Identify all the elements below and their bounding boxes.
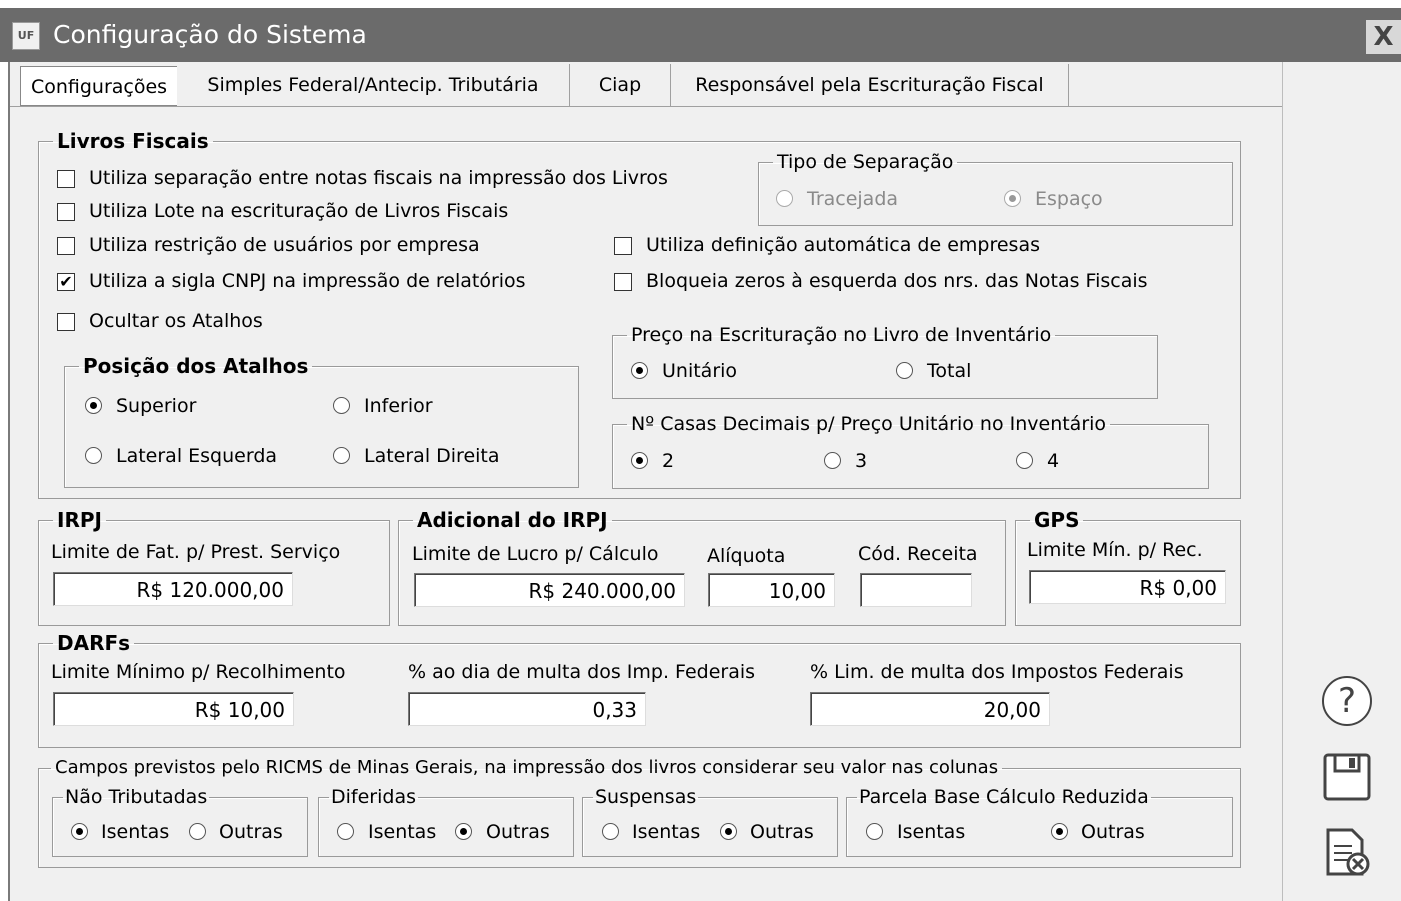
radio-casas-4[interactable] xyxy=(1016,452,1033,469)
radio-parcela-isentas[interactable] xyxy=(866,823,883,840)
label-suspensas-outras: Outras xyxy=(750,821,814,843)
label-ocultar-atalhos: Ocultar os Atalhos xyxy=(89,310,263,332)
input-multa-dia[interactable]: 0,33 xyxy=(408,692,646,726)
input-limite-lucro[interactable]: R$ 240.000,00 xyxy=(414,573,685,607)
label-lim-multa: % Lim. de multa dos Impostos Federais xyxy=(810,661,1184,683)
casas-decimais-legend: Nº Casas Decimais p/ Preço Unitário no I… xyxy=(631,413,1107,435)
radio-total[interactable] xyxy=(896,362,913,379)
radio-lateral-esquerda[interactable] xyxy=(85,447,102,464)
tab-responsavel[interactable]: Responsável pela Escrituração Fiscal xyxy=(671,64,1069,106)
radio-suspensas-isentas[interactable] xyxy=(602,823,619,840)
label-cnpj: Utiliza a sigla CNPJ na impressão de rel… xyxy=(89,270,526,292)
help-icon[interactable]: ? xyxy=(1322,676,1372,726)
label-lateral-direita: Lateral Direita xyxy=(364,445,500,467)
radio-diferidas-isentas[interactable] xyxy=(337,823,354,840)
radio-tracejada[interactable] xyxy=(776,190,793,207)
radio-nao-trib-outras[interactable] xyxy=(189,823,206,840)
save-icon[interactable] xyxy=(1323,753,1371,801)
adicional-irpj-group: Adicional do IRPJ xyxy=(398,510,1006,626)
ricms-legend: Campos previstos pelo RICMS de Minas Ger… xyxy=(55,757,999,778)
checkbox-cnpj[interactable]: ✔ xyxy=(57,273,75,291)
checkbox-bloqueia-zeros[interactable] xyxy=(614,273,632,291)
livros-fiscais-legend: Livros Fiscais xyxy=(57,129,209,153)
darfs-group: DARFs xyxy=(38,633,1241,748)
label-limite-minimo: Limite Mínimo p/ Recolhimento xyxy=(51,661,346,683)
checkbox-definicao-automatica[interactable] xyxy=(614,237,632,255)
radio-espaco[interactable] xyxy=(1004,190,1021,207)
preco-inventario-legend: Preço na Escrituração no Livro de Invent… xyxy=(631,324,1052,346)
radio-parcela-outras[interactable] xyxy=(1051,823,1068,840)
radio-diferidas-outras[interactable] xyxy=(455,823,472,840)
gps-group: GPS xyxy=(1015,510,1241,626)
label-multa-dia: % ao dia de multa dos Imp. Federais xyxy=(408,661,756,683)
label-nao-trib-isentas: Isentas xyxy=(101,821,170,843)
app-icon: UF xyxy=(12,22,40,50)
label-casas-2: 2 xyxy=(662,450,675,472)
label-limite-min-rec: Limite Mín. p/ Rec. xyxy=(1027,539,1203,561)
tab-divider xyxy=(10,106,1282,107)
suspensas-legend: Suspensas xyxy=(595,786,697,808)
input-lim-multa[interactable]: 20,00 xyxy=(810,692,1050,726)
radio-superior[interactable] xyxy=(85,397,102,414)
irpj-legend: IRPJ xyxy=(57,508,102,532)
input-limite-min-rec[interactable]: R$ 0,00 xyxy=(1029,570,1226,604)
label-casas-3: 3 xyxy=(855,450,868,472)
label-diferidas-outras: Outras xyxy=(486,821,550,843)
darfs-legend: DARFs xyxy=(57,631,131,655)
checkbox-restricao[interactable] xyxy=(57,237,75,255)
label-inferior: Inferior xyxy=(364,395,433,417)
checkbox-separacao[interactable] xyxy=(57,170,75,188)
label-bloqueia-zeros: Bloqueia zeros à esquerda dos nrs. das N… xyxy=(646,270,1148,292)
checkbox-lote[interactable] xyxy=(57,203,75,221)
label-suspensas-isentas: Isentas xyxy=(632,821,701,843)
radio-suspensas-outras[interactable] xyxy=(720,823,737,840)
parcela-legend: Parcela Base Cálculo Reduzida xyxy=(859,786,1149,808)
radio-casas-3[interactable] xyxy=(824,452,841,469)
input-limite-fat[interactable]: R$ 120.000,00 xyxy=(53,572,293,606)
label-lote: Utiliza Lote na escrituração de Livros F… xyxy=(89,200,509,222)
label-lateral-esquerda: Lateral Esquerda xyxy=(116,445,278,467)
casas-decimais-group: Nº Casas Decimais p/ Preço Unitário no I… xyxy=(612,414,1209,489)
window-title: Configuração do Sistema xyxy=(53,20,367,49)
input-aliquota[interactable]: 10,00 xyxy=(708,573,835,607)
radio-inferior[interactable] xyxy=(333,397,350,414)
input-cod-receita[interactable] xyxy=(860,573,972,607)
label-nao-trib-outras: Outras xyxy=(219,821,283,843)
gps-legend: GPS xyxy=(1034,508,1080,532)
label-casas-4: 4 xyxy=(1047,450,1060,472)
irpj-group: IRPJ xyxy=(38,510,390,626)
posicao-atalhos-legend: Posição dos Atalhos xyxy=(83,354,309,378)
input-limite-minimo[interactable]: R$ 10,00 xyxy=(53,692,294,726)
label-aliquota: Alíquota xyxy=(707,545,786,567)
tipo-separacao-legend: Tipo de Separação xyxy=(777,151,954,173)
diferidas-legend: Diferidas xyxy=(331,786,416,808)
radio-lateral-direita[interactable] xyxy=(333,447,350,464)
tab-ciap[interactable]: Ciap xyxy=(570,64,671,106)
label-limite-fat: Limite de Fat. p/ Prest. Serviço xyxy=(51,541,341,563)
checkbox-ocultar-atalhos[interactable] xyxy=(57,313,75,331)
label-separacao: Utiliza separação entre notas fiscais na… xyxy=(89,167,668,189)
label-espaco: Espaço xyxy=(1035,188,1103,210)
label-total: Total xyxy=(927,360,972,382)
posicao-atalhos-group: Posição dos Atalhos xyxy=(64,356,579,488)
label-diferidas-isentas: Isentas xyxy=(368,821,437,843)
label-parcela-isentas: Isentas xyxy=(897,821,966,843)
close-button[interactable]: X xyxy=(1366,20,1401,54)
label-superior: Superior xyxy=(116,395,197,417)
nao-tributadas-legend: Não Tributadas xyxy=(65,786,208,808)
tab-simples-federal[interactable]: Simples Federal/Antecip. Tributária xyxy=(177,64,570,106)
label-restricao: Utiliza restrição de usuários por empres… xyxy=(89,234,480,256)
tab-configuracoes[interactable]: Configurações xyxy=(20,66,178,106)
label-tracejada: Tracejada xyxy=(807,188,899,210)
label-unitario: Unitário xyxy=(662,360,738,382)
radio-nao-trib-isentas[interactable] xyxy=(71,823,88,840)
radio-unitario[interactable] xyxy=(631,362,648,379)
label-parcela-outras: Outras xyxy=(1081,821,1145,843)
adicional-irpj-legend: Adicional do IRPJ xyxy=(417,508,608,532)
radio-casas-2[interactable] xyxy=(631,452,648,469)
label-cod-receita: Cód. Receita xyxy=(858,543,978,565)
label-limite-lucro: Limite de Lucro p/ Cálculo xyxy=(412,543,659,565)
cancel-document-icon[interactable] xyxy=(1324,828,1370,876)
label-definicao-automatica: Utiliza definição automática de empresas xyxy=(646,234,1040,256)
